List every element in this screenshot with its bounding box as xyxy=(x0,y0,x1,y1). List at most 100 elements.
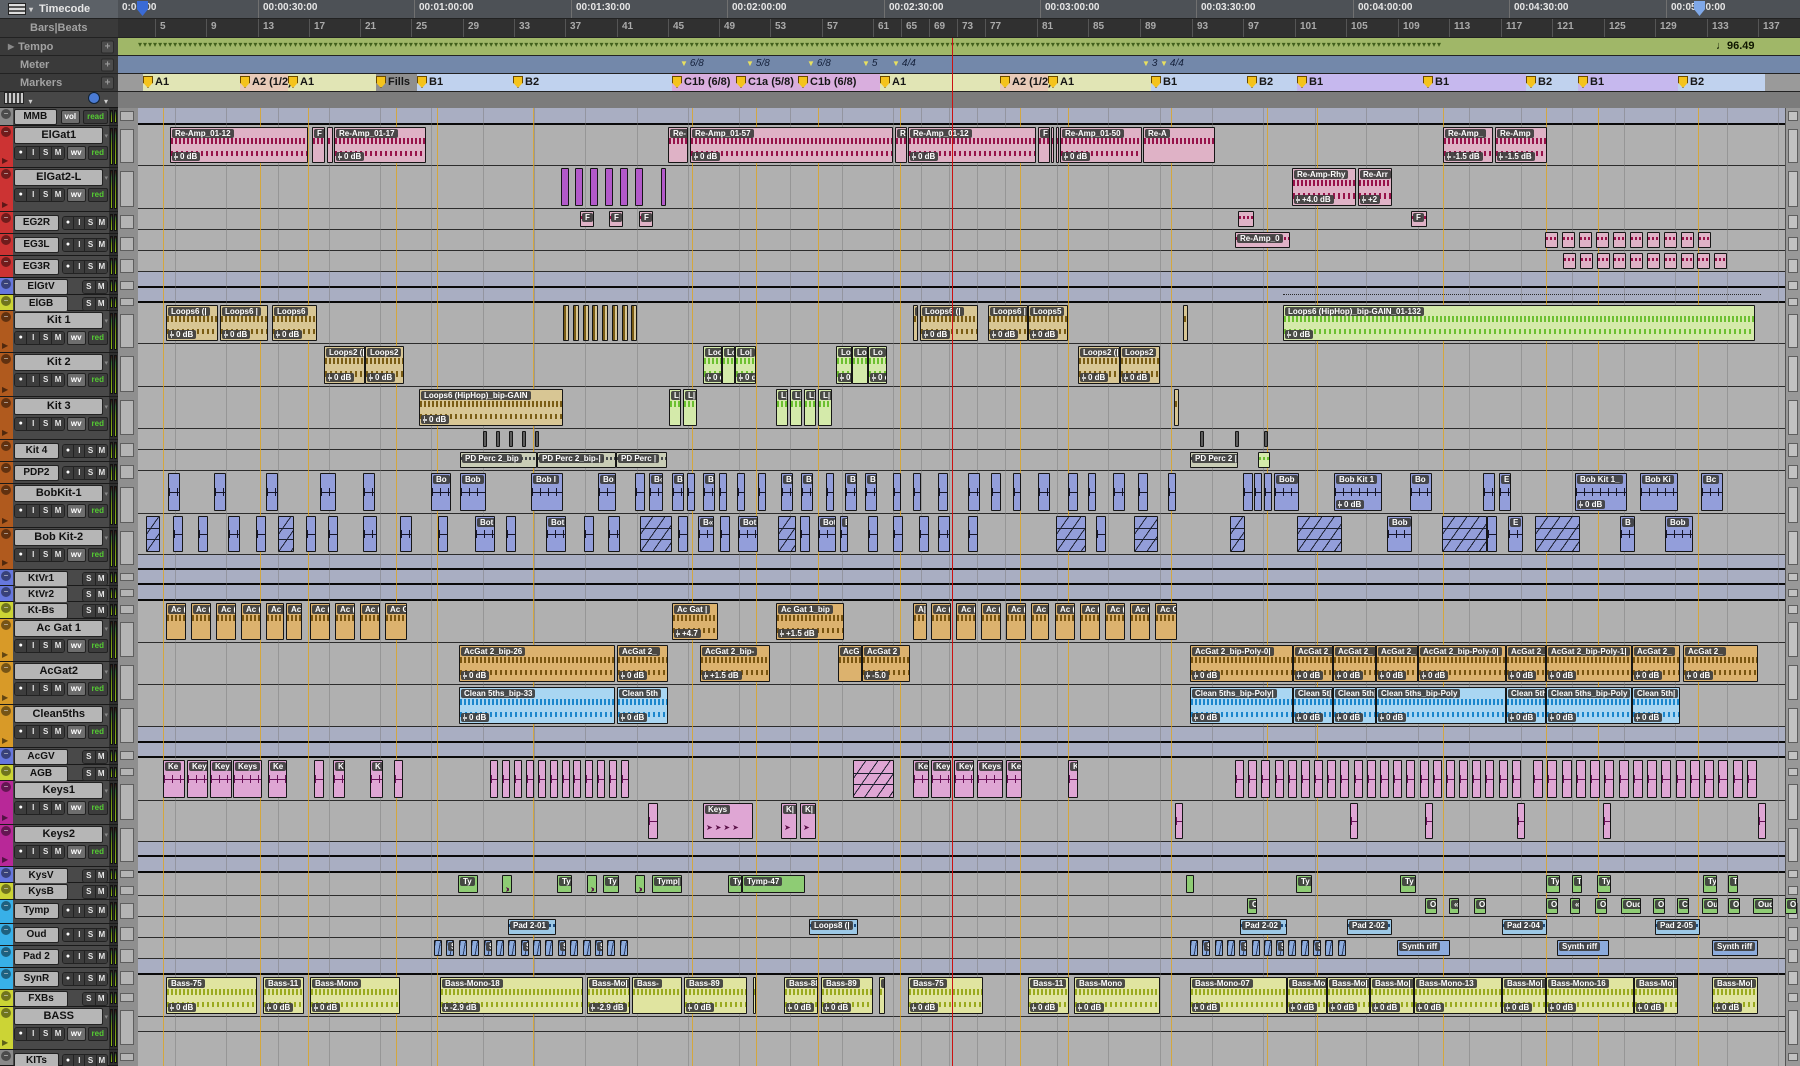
timecode-tick[interactable]: 00:04:30:00 xyxy=(1509,0,1568,19)
lane-scroll-box[interactable] xyxy=(1788,870,1798,878)
clip[interactable]: Bass-Mono0 dB xyxy=(1074,977,1160,1014)
clip[interactable] xyxy=(913,473,921,511)
clip-gain-badge[interactable]: 0 dB xyxy=(326,373,354,382)
bar-tick[interactable]: 13 xyxy=(258,19,274,38)
clip[interactable]: B xyxy=(865,473,877,511)
clip[interactable]: Bo xyxy=(431,473,451,511)
clip[interactable]: Bass-Mo|0 dB xyxy=(1287,977,1327,1014)
clip-gain-badge[interactable]: -2.9 dB xyxy=(442,1003,480,1012)
clip[interactable]: PD Perc | xyxy=(616,452,667,468)
lane-gutter-box[interactable] xyxy=(120,903,134,919)
mute-button[interactable]: M xyxy=(52,726,63,738)
clip[interactable]: Bass-Mo|0 dB xyxy=(1634,977,1678,1014)
clip-gain-badge[interactable]: 0 dB xyxy=(1192,671,1220,680)
clip[interactable] xyxy=(394,760,403,798)
clip[interactable] xyxy=(1619,760,1629,798)
track-menu-icon[interactable]: ▾ xyxy=(104,490,108,498)
clip-gain-badge[interactable]: 0 dB xyxy=(619,713,647,722)
clip[interactable]: AcGat 2_bip-Poly-1|0 dB xyxy=(1546,645,1632,682)
clip[interactable]: Re-A xyxy=(1143,127,1215,163)
mute-button[interactable]: M xyxy=(52,549,63,561)
clip[interactable] xyxy=(459,940,467,956)
clip[interactable]: Ac C xyxy=(1155,603,1177,640)
mute-button[interactable]: M xyxy=(96,886,107,898)
clip[interactable] xyxy=(1562,232,1575,248)
mute-button[interactable]: M xyxy=(52,374,63,386)
clip[interactable] xyxy=(1068,473,1078,511)
clip[interactable] xyxy=(608,516,620,552)
clip-gain-badge[interactable]: 0 dB xyxy=(1076,1003,1104,1012)
clip[interactable] xyxy=(622,305,628,341)
solo-button[interactable]: S xyxy=(40,418,52,430)
bar-tick[interactable]: 129 xyxy=(1655,19,1677,38)
lane-gutter-box[interactable] xyxy=(120,589,134,597)
input-monitor-button[interactable]: I xyxy=(27,505,39,517)
track-lane-ktvr2[interactable] xyxy=(138,570,1785,585)
lane-scroll-box[interactable] xyxy=(1788,487,1798,523)
clip[interactable] xyxy=(1138,473,1148,511)
clip[interactable]: Ty xyxy=(1546,875,1560,893)
ruler-label-timecode[interactable]: ▾ Timecode xyxy=(0,0,118,19)
marker-flag[interactable]: A1 xyxy=(880,76,906,88)
track-name[interactable]: Kit 1 xyxy=(14,312,103,329)
timecode-tick[interactable]: 00:02:00:00 xyxy=(727,0,786,19)
add-tempo-button[interactable]: + xyxy=(101,40,114,53)
clip[interactable]: B xyxy=(703,473,715,511)
clip[interactable]: Bob Kit 1_0 dB xyxy=(1575,473,1627,511)
clip[interactable] xyxy=(1442,516,1487,552)
mute-button[interactable]: M xyxy=(96,281,107,293)
mute-button[interactable]: M xyxy=(96,605,107,617)
clip[interactable]: Lo0 dB xyxy=(868,346,887,384)
clip[interactable]: Loops6 (HipHop)_bip-GAIN_01-1320 dB xyxy=(1283,305,1755,341)
clip[interactable] xyxy=(1597,253,1610,269)
mute-button[interactable]: M xyxy=(96,993,107,1005)
track-name[interactable]: Oud xyxy=(14,927,59,943)
clip[interactable] xyxy=(1647,232,1660,248)
mute-button[interactable]: M xyxy=(52,846,63,858)
bar-tick[interactable]: 101 xyxy=(1295,19,1317,38)
clip[interactable] xyxy=(535,431,539,447)
clip[interactable]: ➤➤➤➤Keys xyxy=(703,803,753,839)
clip[interactable]: AcGat 2_bip-260 dB xyxy=(459,645,615,682)
clip[interactable] xyxy=(1354,760,1363,798)
mute-button[interactable]: M xyxy=(97,1055,107,1066)
clip[interactable] xyxy=(1483,473,1495,511)
clip[interactable]: Clean 5ths_bip-Poly0 dB xyxy=(1376,687,1506,724)
record-enable-button[interactable]: ● xyxy=(15,332,27,344)
clip-gain-badge[interactable]: 0 dB xyxy=(1080,373,1108,382)
timecode-tick[interactable]: 00:01:00:00 xyxy=(414,0,473,19)
clip[interactable]: S xyxy=(595,940,603,956)
solo-button[interactable]: S xyxy=(40,802,52,814)
lane-gutter-box[interactable] xyxy=(120,443,134,457)
clip[interactable]: S xyxy=(1276,940,1284,956)
clip[interactable]: L| xyxy=(804,389,816,426)
clip[interactable] xyxy=(1517,803,1525,839)
track-name[interactable]: BobKit-1 xyxy=(14,485,103,502)
marker-flag[interactable]: B1 xyxy=(1423,76,1449,88)
clip[interactable] xyxy=(893,516,903,552)
record-enable-button[interactable]: ● xyxy=(63,467,74,479)
track-menu-icon[interactable]: ▾ xyxy=(104,1013,108,1021)
track-collapse-button[interactable]: − xyxy=(1,296,11,306)
track-lane-kit-3[interactable]: Loops6 (HipHop)_bip-GAIN0 dBL|L|L|L|L|L| xyxy=(138,387,1785,429)
timebase-clock-icon[interactable] xyxy=(88,92,100,104)
clip[interactable]: AcGat 2-5.0 xyxy=(862,645,910,682)
automation-read-button[interactable]: red xyxy=(88,417,108,431)
bar-tick[interactable]: 45 xyxy=(668,19,684,38)
lane-scroll-box[interactable] xyxy=(1788,400,1798,435)
track-lane-agb[interactable] xyxy=(138,743,1785,758)
clip[interactable] xyxy=(1446,760,1455,798)
clip[interactable]: Bass-750 dB xyxy=(166,977,257,1014)
clip[interactable] xyxy=(590,168,598,206)
record-enable-button[interactable]: ● xyxy=(63,217,74,229)
track-lane-keys2[interactable]: ➤➤➤➤Keys➤K|➤K| xyxy=(138,801,1785,842)
lane-gutter-box[interactable] xyxy=(120,400,134,435)
clip-gain-badge[interactable]: 0 dB xyxy=(1295,671,1323,680)
lane-scroll-box[interactable] xyxy=(1788,281,1798,290)
bar-tick[interactable]: 49 xyxy=(719,19,735,38)
solo-button[interactable]: S xyxy=(83,993,95,1005)
clip[interactable]: L| xyxy=(818,389,832,426)
track-name[interactable]: KysB xyxy=(14,884,68,900)
clip[interactable]: Re- xyxy=(668,127,688,163)
clip[interactable]: F xyxy=(312,127,325,163)
